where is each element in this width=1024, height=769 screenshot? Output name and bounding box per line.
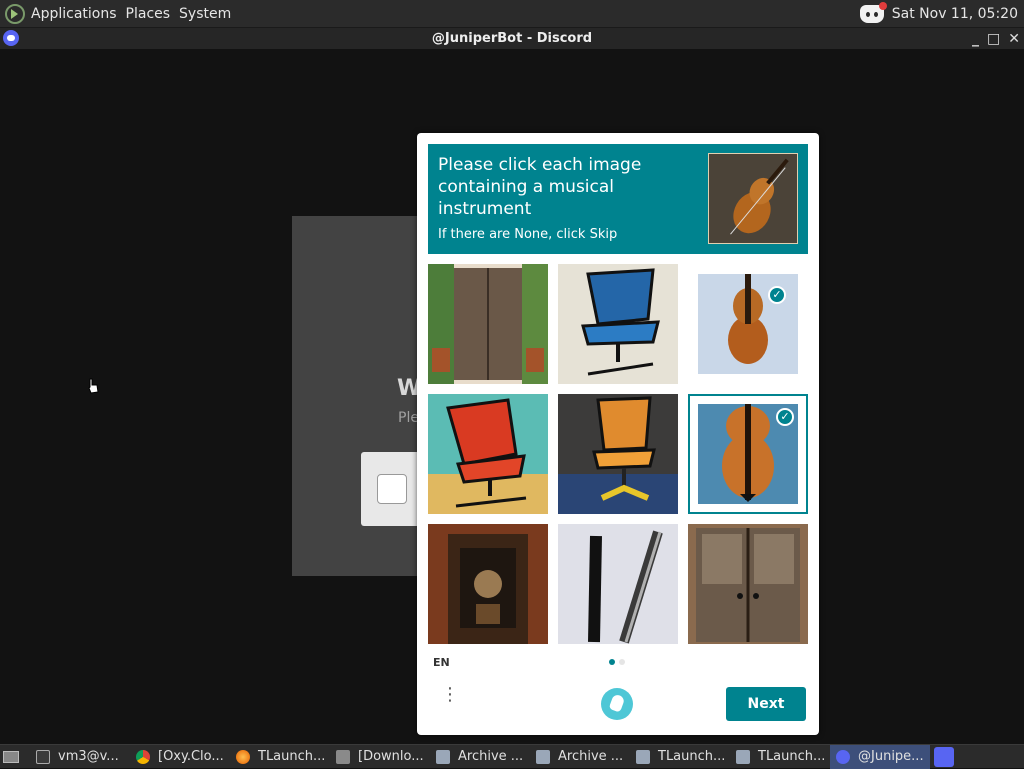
- image-tile-ornate-door[interactable]: [428, 524, 548, 644]
- pointer-hand-icon: [88, 378, 99, 394]
- chrome-icon: [136, 749, 150, 764]
- task-archive-2[interactable]: Archive ...: [530, 745, 630, 769]
- maximize-button[interactable]: □: [987, 31, 1000, 47]
- task-label: TLaunch...: [658, 749, 726, 764]
- image-tile-pen[interactable]: [558, 524, 678, 644]
- task-discord[interactable]: @Junipe...: [830, 744, 930, 769]
- task-terminal[interactable]: vm3@v...: [30, 745, 130, 769]
- menu-applications[interactable]: Applications: [31, 6, 117, 22]
- notification-dot: [878, 2, 887, 10]
- archive-icon: [436, 749, 450, 764]
- terminal-icon: [36, 749, 50, 764]
- distro-logo-icon[interactable]: [5, 3, 25, 24]
- task-archive-1[interactable]: Archive ...: [430, 745, 530, 769]
- clock[interactable]: Sat Nov 11, 05:20: [892, 6, 1018, 22]
- image-tile-red-chair[interactable]: [428, 394, 548, 514]
- image-tile-violin[interactable]: ✓: [698, 274, 798, 374]
- image-tile-blue-chair[interactable]: [558, 264, 678, 384]
- discord-launcher-icon[interactable]: [934, 746, 954, 767]
- dialog-subtitle: Ple: [398, 410, 419, 426]
- discord-app-icon: [3, 30, 19, 46]
- discord-tray-icon[interactable]: [859, 2, 887, 23]
- panel-tray: Sat Nov 11, 05:20: [859, 0, 1018, 28]
- image-tile-orange-chair[interactable]: [558, 394, 678, 514]
- menu-places[interactable]: Places: [126, 6, 171, 22]
- close-button[interactable]: ✕: [1008, 31, 1020, 47]
- example-violin-image: [708, 153, 798, 244]
- taskbar: vm3@v... [Oxy.Clo... TLaunch... [Downlo.…: [0, 744, 1024, 769]
- archive-icon: [636, 749, 650, 764]
- minimize-button[interactable]: _: [972, 31, 979, 47]
- task-label: Archive ...: [558, 749, 624, 764]
- hcaptcha-logo-icon: [601, 688, 633, 720]
- task-label: [Oxy.Clo...: [158, 749, 224, 764]
- image-tile-door-plants[interactable]: [428, 264, 548, 384]
- image-tile-old-door[interactable]: [688, 524, 808, 644]
- page-dot-current: [609, 659, 615, 665]
- task-label: vm3@v...: [58, 749, 119, 764]
- task-tlauncher-2[interactable]: TLaunch...: [730, 745, 830, 769]
- challenge-prompt: Please click each image containing a mus…: [428, 144, 808, 254]
- window-titlebar[interactable]: @JuniperBot - Discord _ □ ✕: [0, 28, 1024, 49]
- show-desktop-icon[interactable]: [0, 745, 22, 769]
- selected-check-icon: ✓: [776, 408, 794, 426]
- more-options-icon[interactable]: ⋮: [441, 686, 459, 717]
- archive-icon: [736, 749, 750, 764]
- language-selector[interactable]: EN: [433, 656, 450, 669]
- next-button[interactable]: Next: [726, 687, 806, 721]
- taskbar-separator: [22, 745, 30, 769]
- folder-icon: [336, 749, 350, 764]
- task-label: Archive ...: [458, 749, 524, 764]
- prompt-text: Please click each image containing a mus…: [438, 155, 642, 219]
- window-title: @JuniperBot - Discord: [431, 31, 593, 46]
- image-grid: ✓ ✓: [428, 264, 808, 644]
- task-label: @Junipe...: [858, 749, 924, 764]
- task-label: TLaunch...: [758, 749, 826, 764]
- top-panel: Applications Places System Sat Nov 11, 0…: [0, 0, 1024, 28]
- image-tile-violin-closeup[interactable]: ✓: [688, 394, 808, 514]
- task-label: TLaunch...: [258, 749, 326, 764]
- captcha-checkbox[interactable]: [377, 474, 407, 504]
- hcaptcha-challenge: Please click each image containing a mus…: [417, 133, 819, 735]
- task-firefox[interactable]: TLaunch...: [230, 745, 330, 769]
- selected-check-icon: ✓: [768, 286, 786, 304]
- prompt-hint: If there are None, click Skip: [438, 227, 618, 242]
- discord-icon: [836, 749, 850, 764]
- task-tlauncher-1[interactable]: TLaunch...: [630, 745, 730, 769]
- menu-system[interactable]: System: [179, 6, 231, 22]
- task-chrome[interactable]: [Oxy.Clo...: [130, 745, 230, 769]
- task-label: [Downlo...: [358, 749, 424, 764]
- page-indicator: [609, 659, 625, 665]
- page-dot: [619, 659, 625, 665]
- window-controls: _ □ ✕: [972, 28, 1020, 49]
- archive-icon: [536, 749, 550, 764]
- firefox-icon: [236, 749, 250, 764]
- task-downloads[interactable]: [Downlo...: [330, 745, 430, 769]
